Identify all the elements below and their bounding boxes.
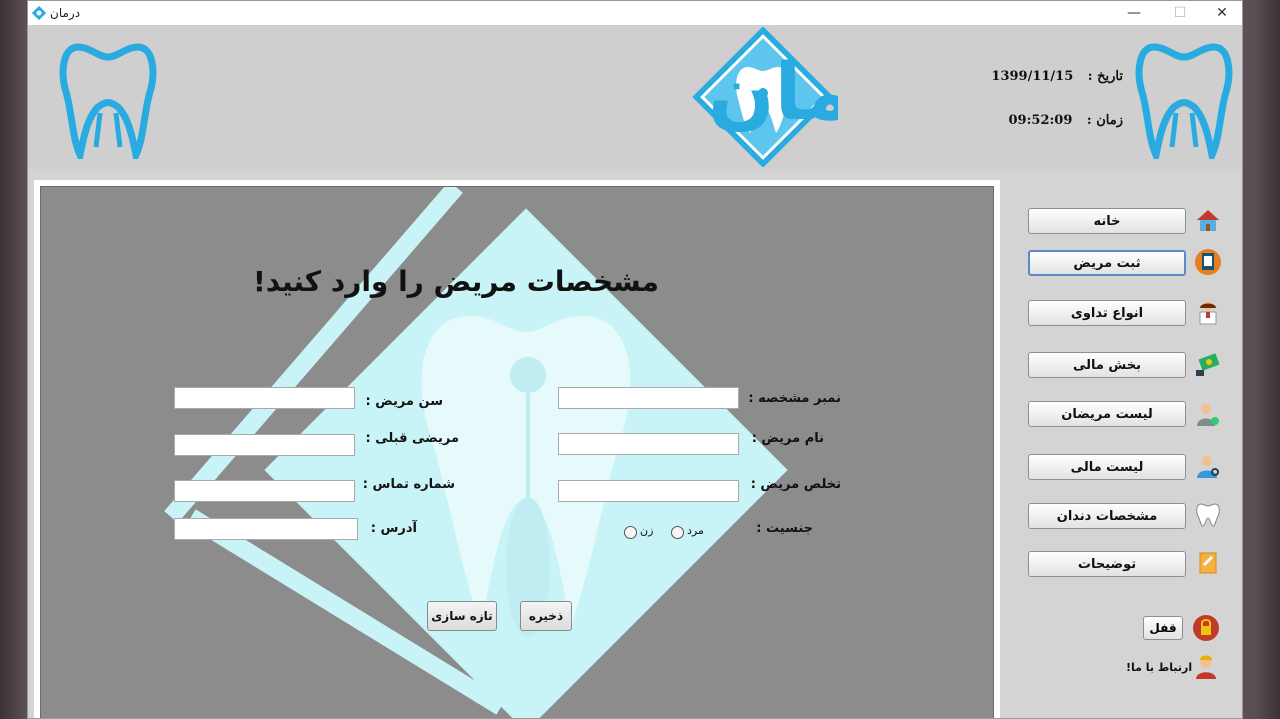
app-window: درمان — ☐ ✕ درمان تاریخ : 1399/11/15 زما… [27,0,1243,719]
patient-surname-input[interactable] [558,480,739,502]
date-value: 1399/11/15 [991,69,1074,84]
tooth-logo-right-icon [1135,43,1233,159]
address-label: آدرس : [370,521,417,536]
sidebar-item-tooth-details[interactable]: مشخصات دندان [1028,503,1186,529]
previous-illness-label: مریضی قبلی : [365,431,459,446]
patient-name-input[interactable] [558,433,739,455]
previous-illness-input[interactable] [174,434,355,456]
tooth-logo-left-icon [59,43,157,159]
maximize-button[interactable]: ☐ [1160,1,1200,25]
save-button[interactable]: ذخیره [520,601,572,631]
gender-label: جنسیت : [756,521,813,536]
patient-surname-label: تخلص مریض : [750,477,841,492]
notes-icon [1199,552,1217,574]
date-display: تاریخ : 1399/11/15 [958,69,1123,84]
contact-us-link[interactable]: ارتباط با ما! [1126,661,1192,674]
address-input[interactable] [174,518,358,540]
age-label: سن مریض : [365,394,444,409]
lock-icon[interactable] [1192,614,1220,642]
sidebar-item-notes[interactable]: توضیحات [1028,551,1186,577]
form-title: مشخصات مریض را وارد کنید! [253,265,659,298]
lock-button[interactable]: قفل [1143,616,1183,640]
date-label: تاریخ : [1087,69,1123,84]
phone-input[interactable] [174,480,355,502]
gender-male-label: مرد [687,524,704,537]
time-display: زمان : 09:52:09 [958,113,1123,128]
header-banner: درمان تاریخ : 1399/11/15 زمان : 09:52:09 [28,25,1242,169]
support-agent-icon[interactable] [1192,652,1220,680]
patient-id-input[interactable] [558,387,739,409]
minimize-button[interactable]: — [1114,1,1154,25]
home-icon [1197,210,1219,231]
window-title: درمان [50,6,81,20]
sidebar-item-finance-list[interactable]: لیست مالی [1028,454,1186,480]
age-input[interactable] [174,387,355,409]
gender-female-label: زن [640,524,654,537]
time-label: زمان : [1086,113,1123,128]
app-logo: درمان [692,27,838,167]
gender-female-radio[interactable] [624,526,637,539]
patient-name-label: نام مریض : [751,431,824,446]
patients-icon [1197,404,1219,426]
tooth-icon [1196,503,1220,527]
sidebar-item-patient-list[interactable]: لیست مریضان [1028,401,1186,427]
money-icon [1196,353,1220,376]
phone-label: شماره تماس : [362,477,455,492]
clipboard-icon [1195,249,1221,275]
patient-registration-panel: مشخصات مریض را وارد کنید! نمبر مشخصه : ن… [40,186,994,718]
logo-text: درمان [708,48,838,138]
sidebar-item-finance[interactable]: بخش مالی [1028,352,1186,378]
time-value: 09:52:09 [1008,113,1073,128]
gender-male-radio[interactable] [671,526,684,539]
sidebar-nav: خانه ثبت مریض انواع تداوی بخش مالی لیست … [1006,180,1242,718]
title-bar: درمان — ☐ ✕ [28,1,1242,26]
refresh-button[interactable]: تازه سازی [427,601,497,631]
sidebar-item-treatments[interactable]: انواع تداوی [1028,300,1186,326]
sidebar-item-register-patient[interactable]: ثبت مریض [1028,250,1186,276]
patient-id-label: نمبر مشخصه : [748,391,841,406]
sidebar-item-home[interactable]: خانه [1028,208,1186,234]
doctor-icon [1199,301,1217,325]
close-button[interactable]: ✕ [1202,1,1242,25]
user-search-icon [1197,456,1219,478]
app-logo-icon [32,6,46,20]
